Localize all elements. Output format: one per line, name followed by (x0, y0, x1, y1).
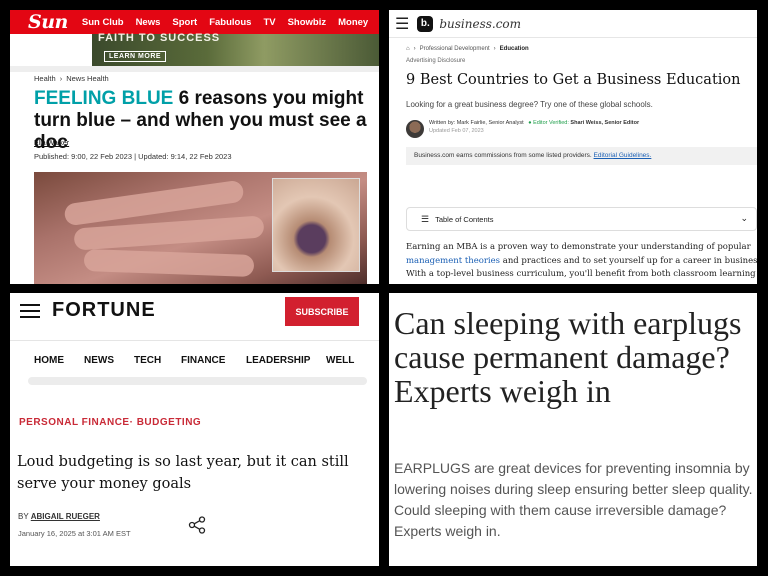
fortune-nav-tech[interactable]: TECH (134, 355, 181, 366)
sun-breadcrumb-health[interactable]: Health (34, 74, 56, 83)
list-icon: ☰ (421, 213, 430, 224)
sun-top-nav-bar: Sun Sun Club News Sport Fabulous TV Show… (10, 10, 379, 34)
chevron-down-icon[interactable]: ⌄ (740, 213, 748, 224)
home-icon[interactable]: ⌂ (406, 46, 410, 52)
fortune-category-tag[interactable]: PERSONAL FINANCE· BUDGETING (19, 417, 201, 428)
biz-logo-text[interactable]: business.com (439, 17, 521, 31)
fortune-nav-leadership[interactable]: LEADERSHIP (246, 355, 326, 366)
sun-ad-text: FAITH TO SUCCESS (98, 32, 221, 44)
sun-nav-fabulous[interactable]: Fabulous (209, 17, 251, 28)
sun-nav-sport[interactable]: Sport (172, 17, 197, 28)
sun-ad-learn-more-button[interactable]: LEARN MORE (104, 51, 167, 62)
sun-nav-sun-club[interactable]: Sun Club (82, 17, 124, 28)
sun-author-link[interactable]: Ella Walker (34, 140, 69, 147)
hamburger-menu-icon[interactable] (20, 304, 40, 322)
biz-breadcrumb-professional-development[interactable]: Professional Development (420, 46, 490, 52)
sun-breadcrumb: Health › News Health (34, 74, 109, 83)
fortune-article-panel: FORTUNE SUBSCRIBE HOME NEWS TECH FINANCE… (10, 293, 379, 566)
fortune-nav: HOME NEWS TECH FINANCE LEADERSHIP WELL (34, 355, 354, 366)
biz-article-subtitle: Looking for a great business degree? Try… (406, 100, 653, 109)
fortune-nav-well[interactable]: WELL (326, 355, 354, 366)
sun-article-image (34, 172, 367, 284)
biz-editor-name[interactable]: Shari Weiss, Senior Editor (570, 120, 639, 126)
biz-breadcrumb: ⌂ › Professional Development › Education (406, 46, 529, 52)
sun-breadcrumb-news-health[interactable]: News Health (66, 74, 109, 83)
sun-nav-showbiz[interactable]: Showbiz (288, 17, 327, 28)
biz-body-line-2: and practices and to set yourself up for… (500, 255, 757, 266)
share-icon[interactable] (188, 516, 206, 534)
biz-header: ☰ b. business.com (389, 10, 757, 38)
fortune-nav-news[interactable]: NEWS (84, 355, 134, 366)
hamburger-menu-icon[interactable]: ☰ (395, 14, 409, 34)
earplugs-article-panel: Can sleeping with earplugs cause permane… (389, 293, 757, 566)
biz-table-of-contents-toggle[interactable]: ☰ Table of Contents ⌄ (406, 207, 757, 231)
biz-logo-mark[interactable]: b. (417, 15, 434, 32)
chevron-right-icon: › (493, 46, 496, 52)
earplugs-headline: Can sleeping with earplugs cause permane… (394, 305, 742, 409)
fortune-author-link[interactable]: ABIGAIL RUEGER (31, 512, 100, 521)
biz-editor-verified-label: Editor Verified: (533, 120, 569, 126)
subscribe-button[interactable]: SUBSCRIBE (285, 297, 359, 326)
fortune-logo[interactable]: FORTUNE (52, 299, 156, 322)
sun-article-panel: Sun Sun Club News Sport Fabulous TV Show… (10, 10, 379, 284)
biz-breadcrumb-education[interactable]: Education (500, 46, 529, 52)
biz-article-body: Earning an MBA is a proven way to demons… (406, 241, 757, 282)
biz-body-line-1: Earning an MBA is a proven way to demons… (406, 242, 751, 252)
biz-editorial-guidelines-link[interactable]: Editorial Guidelines. (594, 152, 652, 159)
fortune-nav-home[interactable]: HOME (34, 355, 84, 366)
earplugs-standfirst: EARPLUGS are great devices for preventin… (394, 460, 753, 539)
fortune-by-prefix: BY (18, 512, 31, 521)
sun-headline: FEELING BLUE 6 reasons you might turn bl… (34, 88, 374, 154)
fortune-article-title: Loud budgeting is so last year, but it c… (17, 454, 349, 492)
sun-divider (10, 66, 379, 72)
biz-advertising-disclosure[interactable]: Advertising Disclosure (406, 58, 465, 64)
biz-management-theories-link[interactable]: management theories (406, 256, 500, 266)
biz-disclosure-text: Business.com earns commissions from some… (414, 152, 592, 159)
biz-article-title: 9 Best Countries to Get a Business Educa… (406, 72, 741, 88)
fortune-byline: BY ABIGAIL RUEGER (18, 512, 100, 521)
avatar (406, 120, 424, 138)
sun-nav-tv[interactable]: TV (263, 17, 275, 28)
biz-commission-disclosure: Business.com earns commissions from some… (406, 147, 757, 165)
sun-bruise-inset-image (272, 178, 360, 272)
biz-updated-date: Updated Feb 07, 2023 (429, 128, 484, 134)
business-article-panel: ☰ b. business.com ⌂ › Professional Devel… (389, 10, 757, 284)
biz-byline: Written by: Mark Fairlie, Senior Analyst… (429, 120, 639, 126)
biz-written-by[interactable]: Written by: Mark Fairlie, Senior Analyst (429, 120, 524, 126)
sun-logo[interactable]: Sun (28, 11, 68, 33)
sun-headline-kicker: FEELING BLUE (34, 88, 174, 109)
fortune-nav-scrollbar[interactable] (28, 377, 367, 385)
fortune-publish-date: January 16, 2025 at 3:01 AM EST (18, 529, 131, 538)
biz-body-line-3: With a top-level business curriculum, yo… (406, 269, 757, 279)
fortune-nav-finance[interactable]: FINANCE (181, 355, 246, 366)
biz-toc-label: Table of Contents (435, 214, 494, 224)
sun-ad-banner[interactable]: FAITH TO SUCCESS LEARN MORE (92, 32, 379, 66)
chevron-right-icon: › (59, 74, 63, 83)
fortune-divider (10, 340, 379, 341)
chevron-right-icon: › (413, 46, 416, 52)
verified-check-icon: ● (528, 120, 532, 126)
sun-published-date: Published: 9:00, 22 Feb 2023 | Updated: … (34, 152, 232, 161)
sun-nav-money[interactable]: Money (338, 17, 368, 28)
sun-nav-news[interactable]: News (136, 17, 161, 28)
